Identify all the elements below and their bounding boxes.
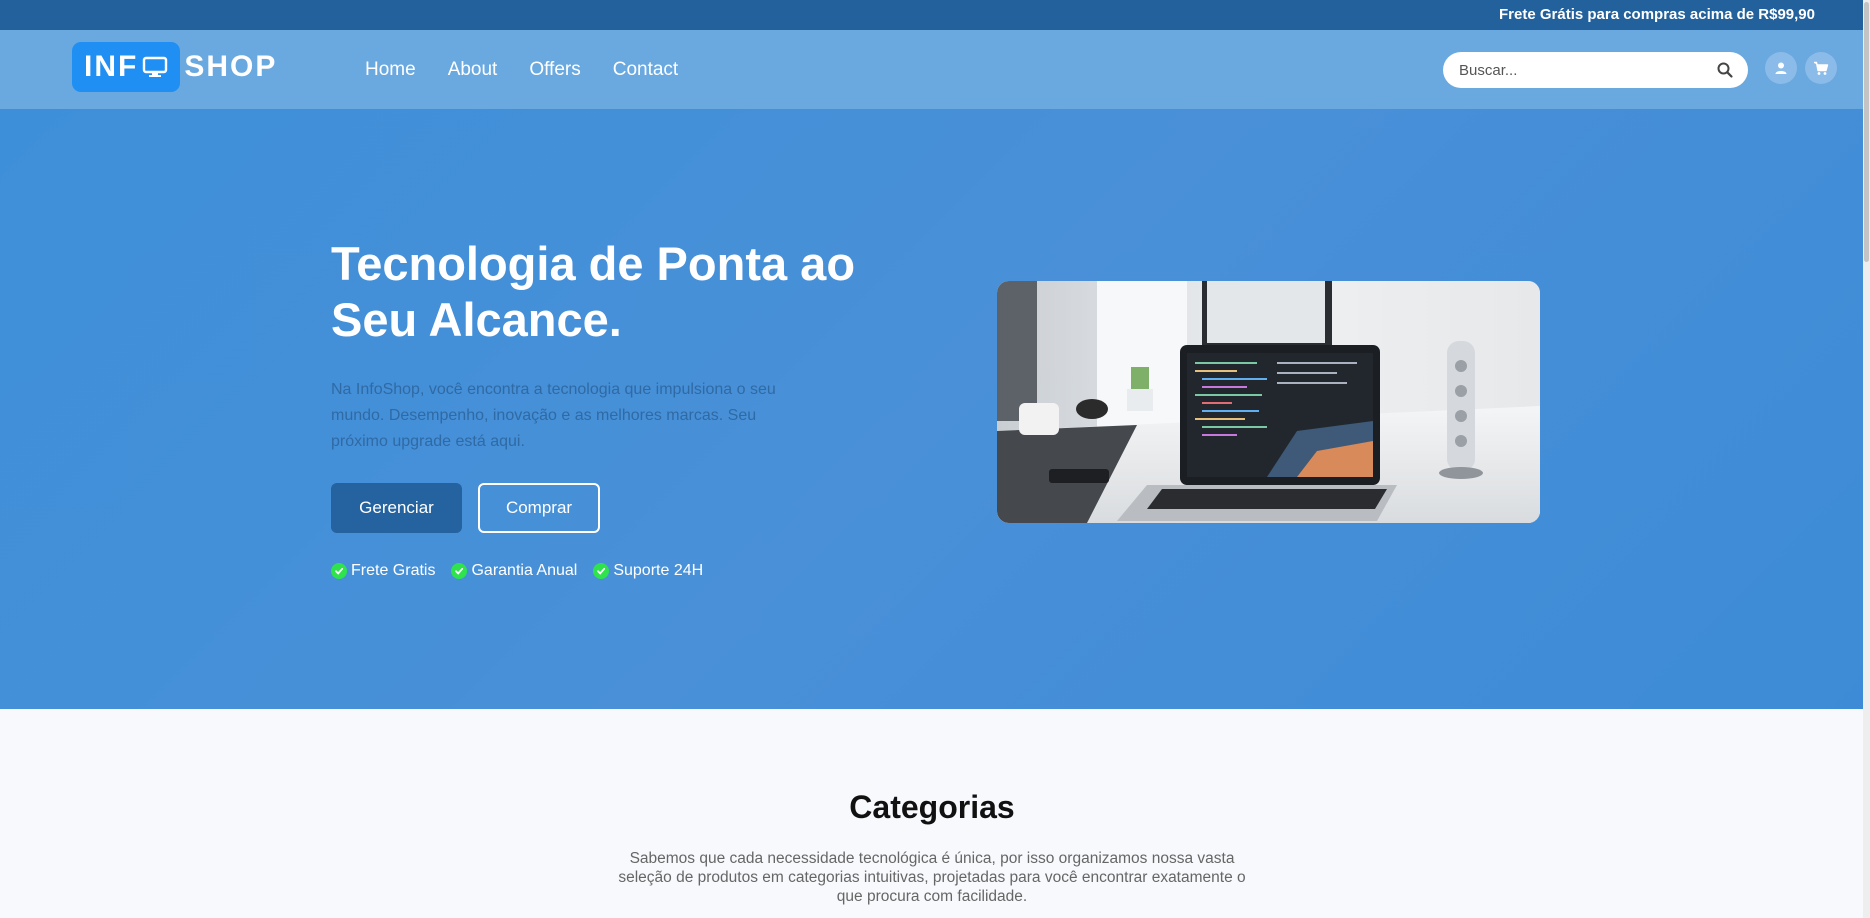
nav-contact[interactable]: Contact xyxy=(613,59,678,81)
feature-support: Suporte 24H xyxy=(593,562,703,580)
hero-title: Tecnologia de Ponta ao Seu Alcance. xyxy=(331,237,856,346)
hero-features: Frete Gratis Garantia Anual Suporte 24H xyxy=(331,562,703,580)
account-button[interactable] xyxy=(1765,52,1797,84)
categories-title: Categorias xyxy=(849,789,1015,825)
feature-warranty: Garantia Anual xyxy=(451,562,577,580)
nav-home[interactable]: Home xyxy=(365,59,416,81)
buy-button[interactable]: Comprar xyxy=(478,483,600,533)
cart-button[interactable] xyxy=(1805,52,1837,84)
page-scrollbar[interactable] xyxy=(1863,0,1870,918)
feature-label: Garantia Anual xyxy=(471,562,578,579)
check-icon xyxy=(593,563,610,579)
free-shipping-text: Frete Grátis para compras acima de R$99,… xyxy=(1499,6,1815,23)
manage-button[interactable]: Gerenciar xyxy=(331,483,462,533)
cart-icon xyxy=(1814,61,1829,75)
check-icon xyxy=(331,563,347,579)
top-announcement-bar: Frete Grátis para compras acima de R$99,… xyxy=(0,0,1870,30)
search-input[interactable] xyxy=(1443,61,1693,79)
feature-free-shipping: Frete Gratis xyxy=(331,562,435,580)
logo-text-part1: INF xyxy=(84,50,139,83)
logo-text-part2: SHOP xyxy=(184,50,278,83)
user-icon xyxy=(1775,62,1787,74)
nav-about[interactable]: About xyxy=(448,59,498,81)
feature-label: Suporte 24H xyxy=(613,562,704,579)
hero-description: Na InfoShop, você encontra a tecnologia … xyxy=(331,381,776,450)
hero-laptop-image xyxy=(997,281,1540,523)
nav-offers[interactable]: Offers xyxy=(529,59,580,81)
logo[interactable]: INF SHOP xyxy=(72,42,277,92)
main-navbar: INF SHOP Home About Offers Contact xyxy=(0,30,1870,109)
hero-section: Tecnologia de Ponta ao Seu Alcance. Na I… xyxy=(0,109,1870,709)
monitor-icon xyxy=(143,56,168,77)
check-icon xyxy=(451,563,468,579)
categories-section: Categorias Sabemos que cada necessidade … xyxy=(0,709,1870,918)
search-bar xyxy=(1443,52,1748,88)
scrollbar-thumb[interactable] xyxy=(1864,2,1869,262)
feature-label: Frete Gratis xyxy=(351,562,436,579)
logo-badge: INF xyxy=(72,42,181,92)
categories-description: Sabemos que cada necessidade tecnológica… xyxy=(618,850,1246,905)
nav-menu: Home About Offers Contact xyxy=(365,59,678,81)
search-icon[interactable] xyxy=(1716,61,1734,79)
